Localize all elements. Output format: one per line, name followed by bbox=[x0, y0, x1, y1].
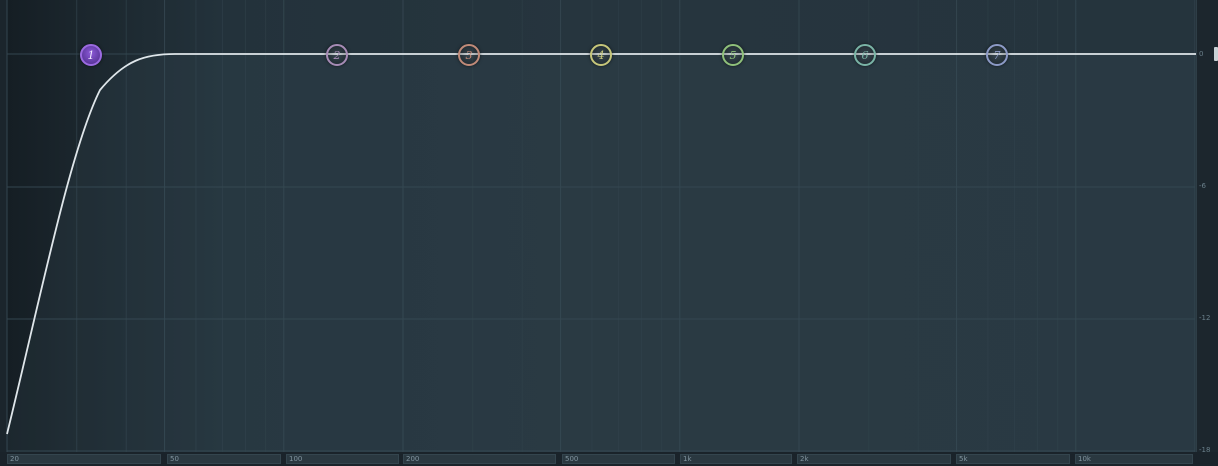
band-handle-5[interactable]: 5 bbox=[722, 44, 744, 66]
eq-response-fill bbox=[7, 54, 1218, 452]
db-label-0: 0 bbox=[1199, 50, 1204, 58]
freq-label-200: 200 bbox=[403, 454, 556, 464]
freq-label-20: 20 bbox=[7, 454, 161, 464]
band-handle-1[interactable]: 1 bbox=[80, 44, 102, 66]
freq-label-2k: 2k bbox=[797, 454, 951, 464]
freq-label-5k: 5k bbox=[956, 454, 1070, 464]
freq-label-50: 50 bbox=[167, 454, 281, 464]
db-label-minus12: -12 bbox=[1199, 314, 1211, 322]
db-label-minus6: -6 bbox=[1199, 182, 1206, 190]
band-number: 3 bbox=[465, 48, 473, 62]
frequency-scale: 20 50 100 200 500 1k 2k 5k 10k bbox=[0, 452, 1218, 466]
eq-graph-panel[interactable]: 0 -6 -12 -18 1 2 3 4 5 6 7 20 50 100 200… bbox=[0, 0, 1218, 466]
band-handle-4[interactable]: 4 bbox=[590, 44, 612, 66]
freq-label-500: 500 bbox=[562, 454, 675, 464]
band-number: 5 bbox=[729, 48, 737, 62]
band-handle-7[interactable]: 7 bbox=[986, 44, 1008, 66]
band-handle-6[interactable]: 6 bbox=[854, 44, 876, 66]
freq-label-100: 100 bbox=[286, 454, 399, 464]
band-handle-3[interactable]: 3 bbox=[458, 44, 480, 66]
band-handle-2[interactable]: 2 bbox=[326, 44, 348, 66]
eq-graph-svg bbox=[6, 0, 1218, 452]
band-number: 4 bbox=[597, 48, 605, 62]
band-number: 6 bbox=[861, 48, 869, 62]
band-number: 7 bbox=[993, 48, 1001, 62]
band-number: 2 bbox=[333, 48, 341, 62]
gain-scale bbox=[1196, 0, 1218, 452]
freq-label-10k: 10k bbox=[1075, 454, 1193, 464]
band-number: 1 bbox=[87, 48, 95, 62]
freq-label-1k: 1k bbox=[680, 454, 792, 464]
